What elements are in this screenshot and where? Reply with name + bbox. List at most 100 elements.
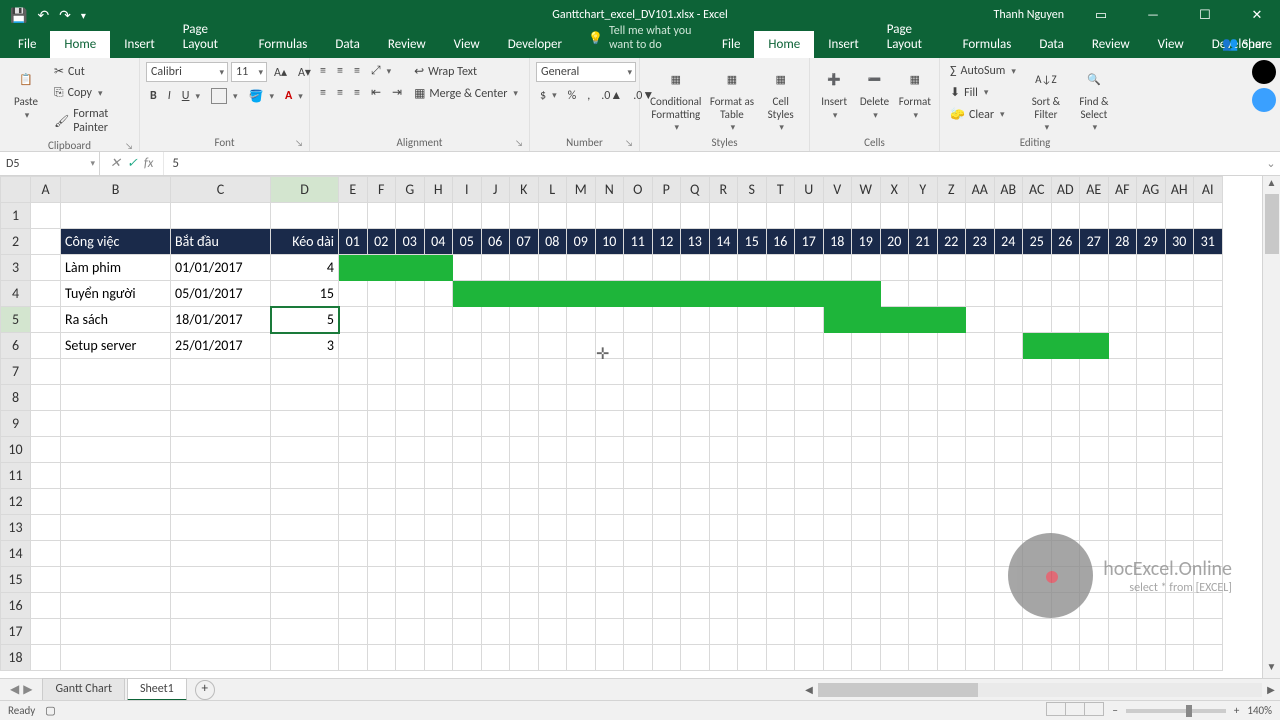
cell[interactable] bbox=[424, 437, 453, 463]
cell[interactable] bbox=[1137, 203, 1166, 229]
cell[interactable] bbox=[453, 645, 482, 671]
cell[interactable] bbox=[481, 619, 510, 645]
cell[interactable]: 02 bbox=[367, 229, 396, 255]
select-all-button[interactable] bbox=[1, 177, 31, 203]
cell[interactable] bbox=[681, 281, 710, 307]
cell[interactable] bbox=[1023, 463, 1052, 489]
column-header[interactable]: U bbox=[795, 177, 824, 203]
cell[interactable] bbox=[937, 437, 966, 463]
cell[interactable] bbox=[823, 333, 852, 359]
column-header[interactable]: G bbox=[396, 177, 425, 203]
cell[interactable] bbox=[61, 515, 171, 541]
cell[interactable] bbox=[624, 489, 653, 515]
cell[interactable] bbox=[367, 203, 396, 229]
cell[interactable] bbox=[424, 203, 453, 229]
cell[interactable] bbox=[1137, 645, 1166, 671]
cell[interactable]: 05 bbox=[453, 229, 482, 255]
cell[interactable] bbox=[823, 463, 852, 489]
cell[interactable] bbox=[453, 489, 482, 515]
cell[interactable] bbox=[994, 281, 1023, 307]
cell[interactable] bbox=[396, 567, 425, 593]
cell[interactable] bbox=[652, 255, 681, 281]
user-name[interactable]: Thanh Nguyen bbox=[994, 8, 1064, 22]
align-middle-icon[interactable]: ≡ bbox=[333, 62, 347, 80]
cell[interactable] bbox=[880, 541, 909, 567]
cell[interactable] bbox=[31, 541, 61, 567]
cell[interactable] bbox=[1194, 489, 1223, 515]
cell[interactable] bbox=[652, 567, 681, 593]
cell[interactable] bbox=[937, 255, 966, 281]
cell[interactable] bbox=[339, 515, 368, 541]
cell[interactable] bbox=[738, 645, 767, 671]
cell[interactable] bbox=[339, 645, 368, 671]
cell[interactable] bbox=[709, 281, 738, 307]
cell[interactable]: 21 bbox=[909, 229, 938, 255]
cell[interactable] bbox=[709, 255, 738, 281]
cell[interactable] bbox=[652, 359, 681, 385]
cell[interactable] bbox=[937, 515, 966, 541]
column-header[interactable]: H bbox=[424, 177, 453, 203]
cell[interactable] bbox=[738, 359, 767, 385]
cell[interactable] bbox=[424, 515, 453, 541]
cell[interactable] bbox=[538, 203, 567, 229]
cell[interactable] bbox=[396, 411, 425, 437]
cell[interactable] bbox=[937, 281, 966, 307]
cell[interactable] bbox=[738, 463, 767, 489]
cell[interactable] bbox=[1080, 411, 1109, 437]
cell[interactable] bbox=[766, 437, 795, 463]
cell[interactable] bbox=[567, 411, 596, 437]
cell[interactable] bbox=[339, 281, 368, 307]
cell[interactable] bbox=[339, 541, 368, 567]
cell[interactable] bbox=[852, 593, 881, 619]
cell[interactable] bbox=[681, 203, 710, 229]
cell[interactable] bbox=[880, 645, 909, 671]
cell[interactable] bbox=[31, 515, 61, 541]
cell[interactable] bbox=[1194, 359, 1223, 385]
cell[interactable] bbox=[481, 515, 510, 541]
cell[interactable]: 11 bbox=[624, 229, 653, 255]
cell[interactable]: 30 bbox=[1165, 229, 1194, 255]
cell[interactable] bbox=[339, 307, 368, 333]
cell[interactable] bbox=[880, 255, 909, 281]
clear-button[interactable]: 🧽Clear▾ bbox=[946, 105, 1020, 124]
cell[interactable] bbox=[766, 307, 795, 333]
cell[interactable]: Tuyển người bbox=[61, 281, 171, 307]
row-header[interactable]: 8 bbox=[1, 385, 31, 411]
cell[interactable] bbox=[852, 515, 881, 541]
zoom-level[interactable]: 140% bbox=[1247, 704, 1272, 717]
cell[interactable] bbox=[396, 541, 425, 567]
cell[interactable] bbox=[453, 307, 482, 333]
cell[interactable]: 25/01/2017 bbox=[171, 333, 271, 359]
cell[interactable] bbox=[453, 411, 482, 437]
cell[interactable] bbox=[652, 437, 681, 463]
cell[interactable] bbox=[852, 567, 881, 593]
cell[interactable] bbox=[453, 515, 482, 541]
align-right-icon[interactable]: ≡ bbox=[350, 84, 364, 102]
cell[interactable] bbox=[1051, 619, 1080, 645]
cell[interactable] bbox=[424, 541, 453, 567]
cell[interactable] bbox=[424, 359, 453, 385]
cell[interactable] bbox=[595, 463, 624, 489]
cell[interactable] bbox=[595, 307, 624, 333]
cell[interactable]: 01 bbox=[339, 229, 368, 255]
cell[interactable] bbox=[171, 593, 271, 619]
cell[interactable] bbox=[481, 255, 510, 281]
cell[interactable] bbox=[171, 385, 271, 411]
cell[interactable] bbox=[909, 567, 938, 593]
tab-formulas[interactable]: Formulas bbox=[949, 31, 1026, 58]
tab-scroll-left-icon[interactable]: ◀ bbox=[10, 682, 19, 697]
cell[interactable] bbox=[595, 515, 624, 541]
tab-scroll-right-icon[interactable]: ▶ bbox=[23, 682, 32, 697]
cell[interactable] bbox=[909, 255, 938, 281]
cell-styles-button[interactable]: ▦Cell Styles▾ bbox=[758, 62, 803, 134]
cell[interactable] bbox=[795, 203, 824, 229]
cell[interactable] bbox=[1165, 619, 1194, 645]
cell[interactable]: 07 bbox=[510, 229, 539, 255]
column-header[interactable]: A bbox=[31, 177, 61, 203]
column-header[interactable]: AA bbox=[966, 177, 995, 203]
cell[interactable] bbox=[453, 463, 482, 489]
ribbon-options-icon[interactable]: ▭ bbox=[1078, 0, 1124, 30]
cell[interactable] bbox=[339, 411, 368, 437]
cell[interactable] bbox=[595, 281, 624, 307]
cell[interactable] bbox=[424, 307, 453, 333]
